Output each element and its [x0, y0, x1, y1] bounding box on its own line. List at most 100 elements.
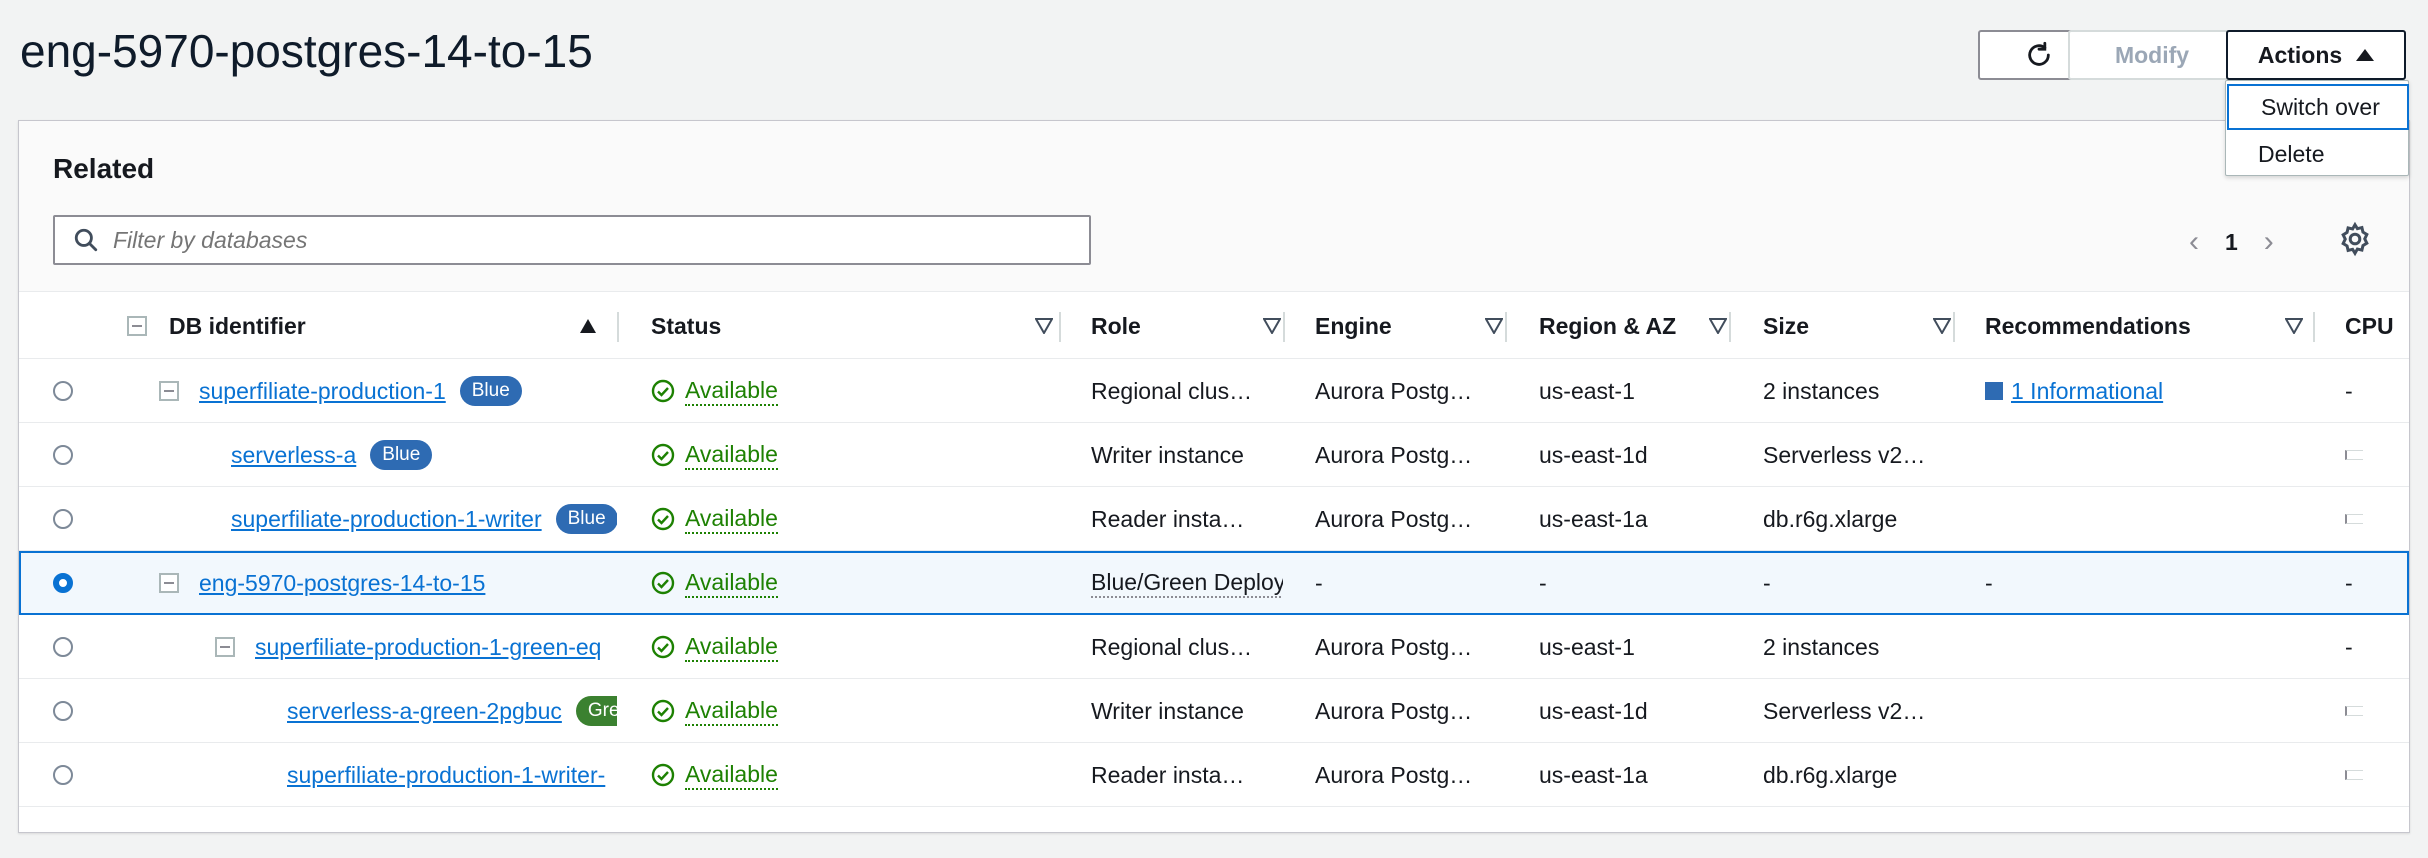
status-text: Available [685, 569, 778, 598]
db-identifier-link[interactable]: serverless-a [231, 442, 356, 469]
region-cell: us-east-1a [1539, 505, 1648, 532]
status-cell: Available [651, 615, 1051, 679]
table-row[interactable]: superfiliate-production-1-writer- Availa… [19, 743, 2409, 807]
actions-button[interactable]: Actions [2226, 30, 2406, 80]
region-cell: us-east-1a [1539, 761, 1648, 788]
role-cell: Writer instance [1091, 697, 1244, 724]
db-identifier-link[interactable]: superfiliate-production-1-green-eq [255, 634, 601, 661]
col-engine[interactable]: Engine [1315, 292, 1521, 360]
col-status[interactable]: Status [651, 292, 1071, 360]
col-divider [1505, 312, 1507, 342]
status-cell: Available [651, 553, 1051, 613]
size-cell: Serverless v2… [1763, 697, 1926, 724]
role-cell: Reader insta… [1091, 761, 1245, 788]
col-db-identifier[interactable]: DB identifier [169, 292, 615, 360]
sort-icon [2285, 318, 2303, 334]
engine-cell: Aurora Postg… [1315, 377, 1473, 404]
filter-box[interactable] [53, 215, 1091, 265]
menu-item-switch-over[interactable]: Switch over [2227, 84, 2409, 130]
page-number[interactable]: 1 [2225, 229, 2238, 256]
col-label: Status [651, 312, 722, 339]
table-row[interactable]: serverless-a-green-2pgbuc Gre Available … [19, 679, 2409, 743]
actions-label: Actions [2257, 41, 2343, 68]
col-label: DB identifier [169, 312, 306, 339]
size-cell: 2 instances [1763, 377, 1880, 404]
menu-item-delete[interactable]: Delete [2226, 131, 2410, 177]
page-header: eng-5970-postgres-14-to-15 Modify Action… [0, 0, 2428, 110]
table-row-selected[interactable]: eng-5970-postgres-14-to-15 Available Blu… [19, 551, 2409, 615]
db-identifier-cell: serverless-a Blue [231, 423, 617, 487]
role-cell: Reader insta… [1091, 505, 1245, 532]
role-cell: Blue/Green Deploy [1091, 553, 1283, 613]
col-label: Role [1091, 312, 1141, 339]
status-text: Available [685, 633, 778, 662]
recommendation-link[interactable]: 1 Informational [2011, 378, 2163, 405]
db-identifier-link[interactable]: superfiliate-production-1-writer- [287, 762, 605, 789]
size-cell: db.r6g.xlarge [1763, 505, 1898, 532]
db-identifier-cell: superfiliate-production-1-green-eq [255, 615, 617, 679]
chevron-left-icon[interactable]: ‹ [2189, 225, 2199, 259]
status-cell: Available [651, 423, 1051, 487]
row-radio-selected[interactable] [53, 573, 73, 593]
row-radio[interactable] [53, 765, 73, 785]
chevron-right-icon[interactable]: › [2264, 225, 2274, 259]
caret-up-icon [2356, 49, 2375, 61]
table-row[interactable]: superfiliate-production-1-writer Blue Av… [19, 487, 2409, 551]
sort-icon [1485, 318, 1503, 334]
db-identifier-cell: superfiliate-production-1-writer Blue [231, 487, 617, 551]
status-text: Available [685, 377, 778, 406]
row-expander[interactable] [215, 637, 235, 657]
col-divider [1953, 312, 1955, 342]
related-heading: Related [53, 153, 155, 184]
gear-icon[interactable] [2337, 221, 2373, 257]
status-text: Available [685, 697, 778, 726]
size-cell: 2 instances [1763, 633, 1880, 660]
actions-dropdown-menu: Switch over Delete [2225, 80, 2409, 176]
db-identifier-link[interactable]: eng-5970-postgres-14-to-15 [199, 570, 485, 597]
page-title: eng-5970-postgres-14-to-15 [20, 25, 593, 77]
db-identifier-cell: superfiliate-production-1 Blue [199, 359, 617, 423]
cpu-bar [2345, 514, 2363, 524]
engine-cell: Aurora Postg… [1315, 697, 1473, 724]
engine-cell: Aurora Postg… [1315, 761, 1473, 788]
db-identifier-link[interactable]: superfiliate-production-1-writer [231, 506, 542, 533]
db-identifier-link[interactable]: serverless-a-green-2pgbuc [287, 698, 562, 725]
table-row[interactable]: superfiliate-production-1 Blue Available… [19, 359, 2409, 423]
table-row[interactable]: serverless-a Blue Available Writer insta… [19, 423, 2409, 487]
col-divider [1059, 312, 1061, 342]
check-circle-icon [651, 699, 675, 723]
cpu-cell: - [2345, 633, 2353, 660]
row-expander[interactable] [159, 381, 179, 401]
role-text: Blue/Green Deploy [1091, 569, 1283, 598]
db-identifier-link[interactable]: superfiliate-production-1 [199, 378, 446, 405]
collapse-all-toggle[interactable] [127, 316, 147, 336]
recommendations-cell: - [1985, 569, 1993, 596]
table-header: DB identifier Status Role Engine Region … [19, 291, 2409, 359]
cpu-bar [2345, 770, 2363, 780]
status-badge: Blue [555, 504, 617, 534]
status-text: Available [685, 505, 778, 534]
sort-icon [1035, 318, 1053, 334]
recommendations-cell: 1 Informational [1985, 359, 2305, 423]
cpu-bar [2345, 706, 2363, 716]
status-text: Available [685, 761, 778, 790]
row-radio[interactable] [53, 701, 73, 721]
col-cpu[interactable]: CPU [2345, 292, 2409, 360]
row-radio[interactable] [53, 381, 73, 401]
row-radio[interactable] [53, 637, 73, 657]
cpu-cell [2345, 487, 2405, 551]
row-expander[interactable] [159, 573, 179, 593]
filter-input[interactable] [113, 226, 1013, 254]
row-radio[interactable] [53, 445, 73, 465]
col-role[interactable]: Role [1091, 292, 1299, 360]
col-region[interactable]: Region & AZ [1539, 292, 1745, 360]
db-identifier-cell: eng-5970-postgres-14-to-15 [199, 553, 617, 613]
modify-button[interactable]: Modify [2068, 30, 2236, 80]
col-divider [1283, 312, 1285, 342]
size-cell: db.r6g.xlarge [1763, 761, 1898, 788]
table-row[interactable]: superfiliate-production-1-green-eq Avail… [19, 615, 2409, 679]
row-radio[interactable] [53, 509, 73, 529]
col-recommendations[interactable]: Recommendations [1985, 292, 2321, 360]
check-circle-icon [651, 635, 675, 659]
col-size[interactable]: Size [1763, 292, 1969, 360]
